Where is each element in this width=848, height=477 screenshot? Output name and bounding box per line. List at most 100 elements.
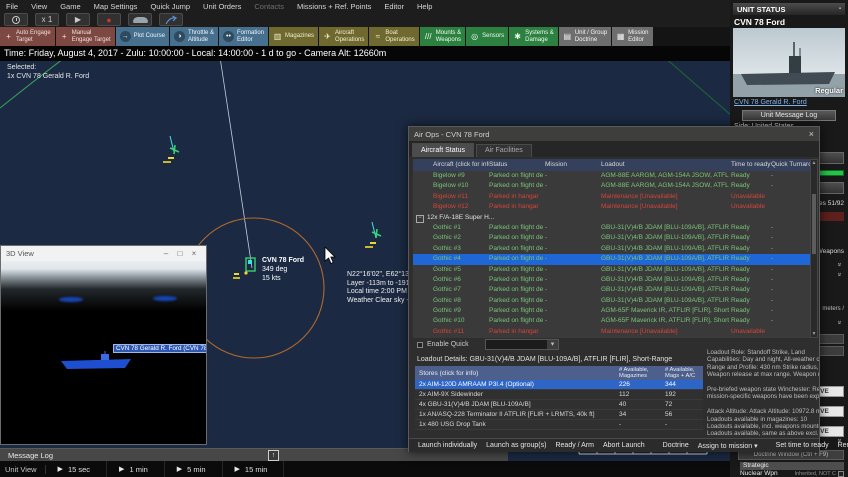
air-contact-symbol[interactable] xyxy=(365,221,382,248)
dialog-tab[interactable]: Air Facilities xyxy=(475,144,532,157)
dialog-action-button[interactable]: Launch as group(s) xyxy=(486,442,546,449)
maximize-button[interactable]: □ xyxy=(173,249,187,258)
col-available-magazines[interactable]: # Available, Magazines xyxy=(619,367,649,379)
time-step-button[interactable]: ▶ 15 sec xyxy=(46,461,108,477)
pin-icon[interactable]: ▪ xyxy=(839,6,841,12)
3d-view-scene[interactable]: CVN 78 Gerald R. Ford (CVN 78 Ford) xyxy=(1,261,206,444)
dialog-tab[interactable]: Aircraft Status xyxy=(412,143,474,157)
menu-item[interactable]: Contacts xyxy=(254,2,284,11)
aircraft-row[interactable]: Gothic #4 Parked on flight deck - GBU-31… xyxy=(413,254,813,265)
col-stores[interactable]: Stores (click for info) xyxy=(419,370,478,377)
toolbar-button[interactable]: ≈ Boat Operations xyxy=(369,27,419,46)
toolbar-button[interactable]: + Manual Engage Target xyxy=(55,27,115,46)
col-status[interactable]: Status xyxy=(489,159,543,171)
col-time-to-ready[interactable]: Time to ready xyxy=(731,159,771,171)
menu-item[interactable]: File xyxy=(6,2,18,11)
toolbar-button[interactable]: •• Formation Editor xyxy=(219,27,269,46)
aircraft-row[interactable]: Bigelow #12 Parked in hangar Maintenance… xyxy=(413,202,813,212)
dialog-action-button[interactable]: Set time to ready xyxy=(776,442,829,449)
aircraft-row[interactable]: 12x F/A-18E Super H... xyxy=(413,213,813,223)
toolbar-button[interactable]: ✈ Aircraft Operations xyxy=(319,27,369,46)
aircraft-row[interactable]: Gothic #9 Parked on flight deck - AGM-65… xyxy=(413,306,813,316)
toolbar-button[interactable]: ▦ Mission Editor xyxy=(612,27,653,46)
aircraft-row[interactable]: Gothic #8 Parked on flight deck - GBU-31… xyxy=(413,296,813,306)
dialog-action-button[interactable]: Abort Launch xyxy=(603,442,645,449)
dialog-action-button[interactable]: Doctrine xyxy=(663,442,689,449)
unit-message-log-button[interactable]: Unit Message Log xyxy=(742,110,836,121)
col-aircraft[interactable]: Aircraft (click for info) xyxy=(433,159,489,171)
dialog-action-button[interactable]: Ready / Arm xyxy=(555,442,594,449)
aircraft-row[interactable]: Gothic #1 Parked on flight deck - GBU-31… xyxy=(413,223,813,233)
time-step-button[interactable]: ▶ 5 min xyxy=(165,461,223,477)
close-button[interactable]: × xyxy=(187,249,201,258)
menu-item[interactable]: Unit Orders xyxy=(203,2,241,11)
aircraft-row[interactable]: Bigelow #11 Parked in hangar Maintenance… xyxy=(413,192,813,202)
menu-item[interactable]: Quick Jump xyxy=(150,2,190,11)
menu-item[interactable]: Missions + Ref. Points xyxy=(297,2,371,11)
chevron-down-icon[interactable]: » xyxy=(834,321,843,333)
toolbar-button[interactable]: ◎ Sensors xyxy=(466,27,509,46)
dialog-action-button[interactable]: Launch individually xyxy=(418,442,477,449)
chevron-down-icon[interactable]: » xyxy=(834,273,843,285)
toolbar-button[interactable]: ◑ Throttle & Altitude xyxy=(169,27,218,46)
aircraft-row[interactable]: Bigelow #10 Parked on flight deck - AGM-… xyxy=(413,181,813,191)
aircraft-row[interactable]: Gothic #7 Parked on flight deck - GBU-31… xyxy=(413,285,813,295)
quick-turnaround-dropdown[interactable] xyxy=(485,339,559,350)
time-step-button[interactable]: ▶ 15 min xyxy=(223,461,285,477)
menu-item[interactable]: Help xyxy=(417,2,432,11)
ship-view-button[interactable] xyxy=(128,13,152,26)
play-button[interactable]: ▶ xyxy=(66,13,90,26)
aircraft-row[interactable]: Gothic #2 Parked on flight deck - GBU-31… xyxy=(413,233,813,243)
enable-quick-checkbox[interactable] xyxy=(417,341,423,348)
aircraft-row[interactable]: Bigelow #9 Parked on flight deck - AGM-8… xyxy=(413,171,813,181)
unit-db-link[interactable]: CVN 78 Gerald R. Ford xyxy=(734,99,807,106)
scroll-up-icon[interactable]: ▲ xyxy=(811,160,817,166)
aircraft-quick-turnaround: - xyxy=(771,172,774,179)
toolbar-button[interactable]: ✱ Systems & Damage xyxy=(509,27,558,46)
toolbar-button[interactable]: + Auto Engage Target xyxy=(0,27,55,46)
menu-item[interactable]: Map Settings xyxy=(94,2,138,11)
toolbar-button[interactable]: ▥ Magazines xyxy=(269,27,319,46)
nuclear-wpn-checkbox[interactable] xyxy=(838,470,844,477)
col-quick-turnaround[interactable]: Quick Turnaround xyxy=(771,159,813,171)
minimize-button[interactable]: – xyxy=(159,249,173,258)
close-icon[interactable]: × xyxy=(809,129,814,139)
air-contact-symbol[interactable] xyxy=(163,135,180,163)
store-row[interactable]: 1x 480 USG Drop Tank - - xyxy=(415,420,703,430)
expand-up-icon[interactable]: ↑ xyxy=(268,450,279,461)
time-step-button[interactable]: ▶ 1 min xyxy=(107,461,165,477)
aircraft-row[interactable]: Gothic #6 Parked on flight deck - GBU-31… xyxy=(413,275,813,285)
time-compression-button[interactable]: x 1 xyxy=(35,13,59,26)
col-available-total[interactable]: # Available, Mags + A/C xyxy=(665,367,695,379)
store-row[interactable]: 1x AN/ASQ-228 Terminator II ATFLIR [FLIR… xyxy=(415,410,703,420)
3d-view-titlebar[interactable]: 3D View – □ × xyxy=(1,246,206,261)
scrollbar-thumb[interactable] xyxy=(812,194,816,254)
cvn-unit-symbol[interactable] xyxy=(233,257,256,279)
col-mission[interactable]: Mission xyxy=(545,159,595,171)
record-button[interactable]: ● xyxy=(97,13,121,26)
clock-icon xyxy=(12,15,20,24)
toolbar-button[interactable]: /// Mounts & Weapons xyxy=(419,27,466,46)
toolbar-button[interactable]: ▤ Unit / Group Doctrine xyxy=(558,27,612,46)
aircraft-row[interactable]: Gothic #5 Parked on flight deck - GBU-31… xyxy=(413,265,813,275)
store-row[interactable]: 2x AIM-120D AMRAAM P3I.4 (Optional) 226 … xyxy=(415,380,703,390)
aircraft-row[interactable]: Gothic #3 Parked on flight deck - GBU-31… xyxy=(413,244,813,254)
menu-item[interactable]: Game xyxy=(60,2,80,11)
menu-item[interactable]: View xyxy=(31,2,47,11)
dialog-titlebar[interactable]: Air Ops - CVN 78 Ford × xyxy=(409,127,819,141)
store-row[interactable]: 4x GBU-31(V)4/B JDAM [BLU-109A/B] 40 72 xyxy=(415,400,703,410)
table-scrollbar[interactable]: ▲ ▼ xyxy=(810,159,818,338)
store-row[interactable]: 2x AIM-9X Sidewinder 112 192 xyxy=(415,390,703,400)
aircraft-row[interactable]: Gothic #11 Parked in hangar Maintenance … xyxy=(413,327,813,337)
scroll-down-icon[interactable]: ▼ xyxy=(811,331,817,337)
menu-item[interactable]: Editor xyxy=(384,2,404,11)
aircraft-row[interactable]: Gothic #10 Parked on flight deck - AGM-6… xyxy=(413,316,813,326)
game-clock-button[interactable] xyxy=(4,13,28,26)
toolbar-button[interactable]: → Plot Course xyxy=(115,27,169,46)
dialog-action-button[interactable]: Rename xyxy=(838,442,848,449)
unit-map-label[interactable]: CVN 78 Ford 349 deg 15 kts xyxy=(262,256,304,283)
col-loadout[interactable]: Loadout xyxy=(601,159,729,171)
dialog-action-button[interactable]: Assign to mission ▾ xyxy=(698,442,758,450)
jump-button[interactable] xyxy=(159,13,183,26)
loadout-info-line: mission-specific weapons have been expen… xyxy=(707,393,819,401)
